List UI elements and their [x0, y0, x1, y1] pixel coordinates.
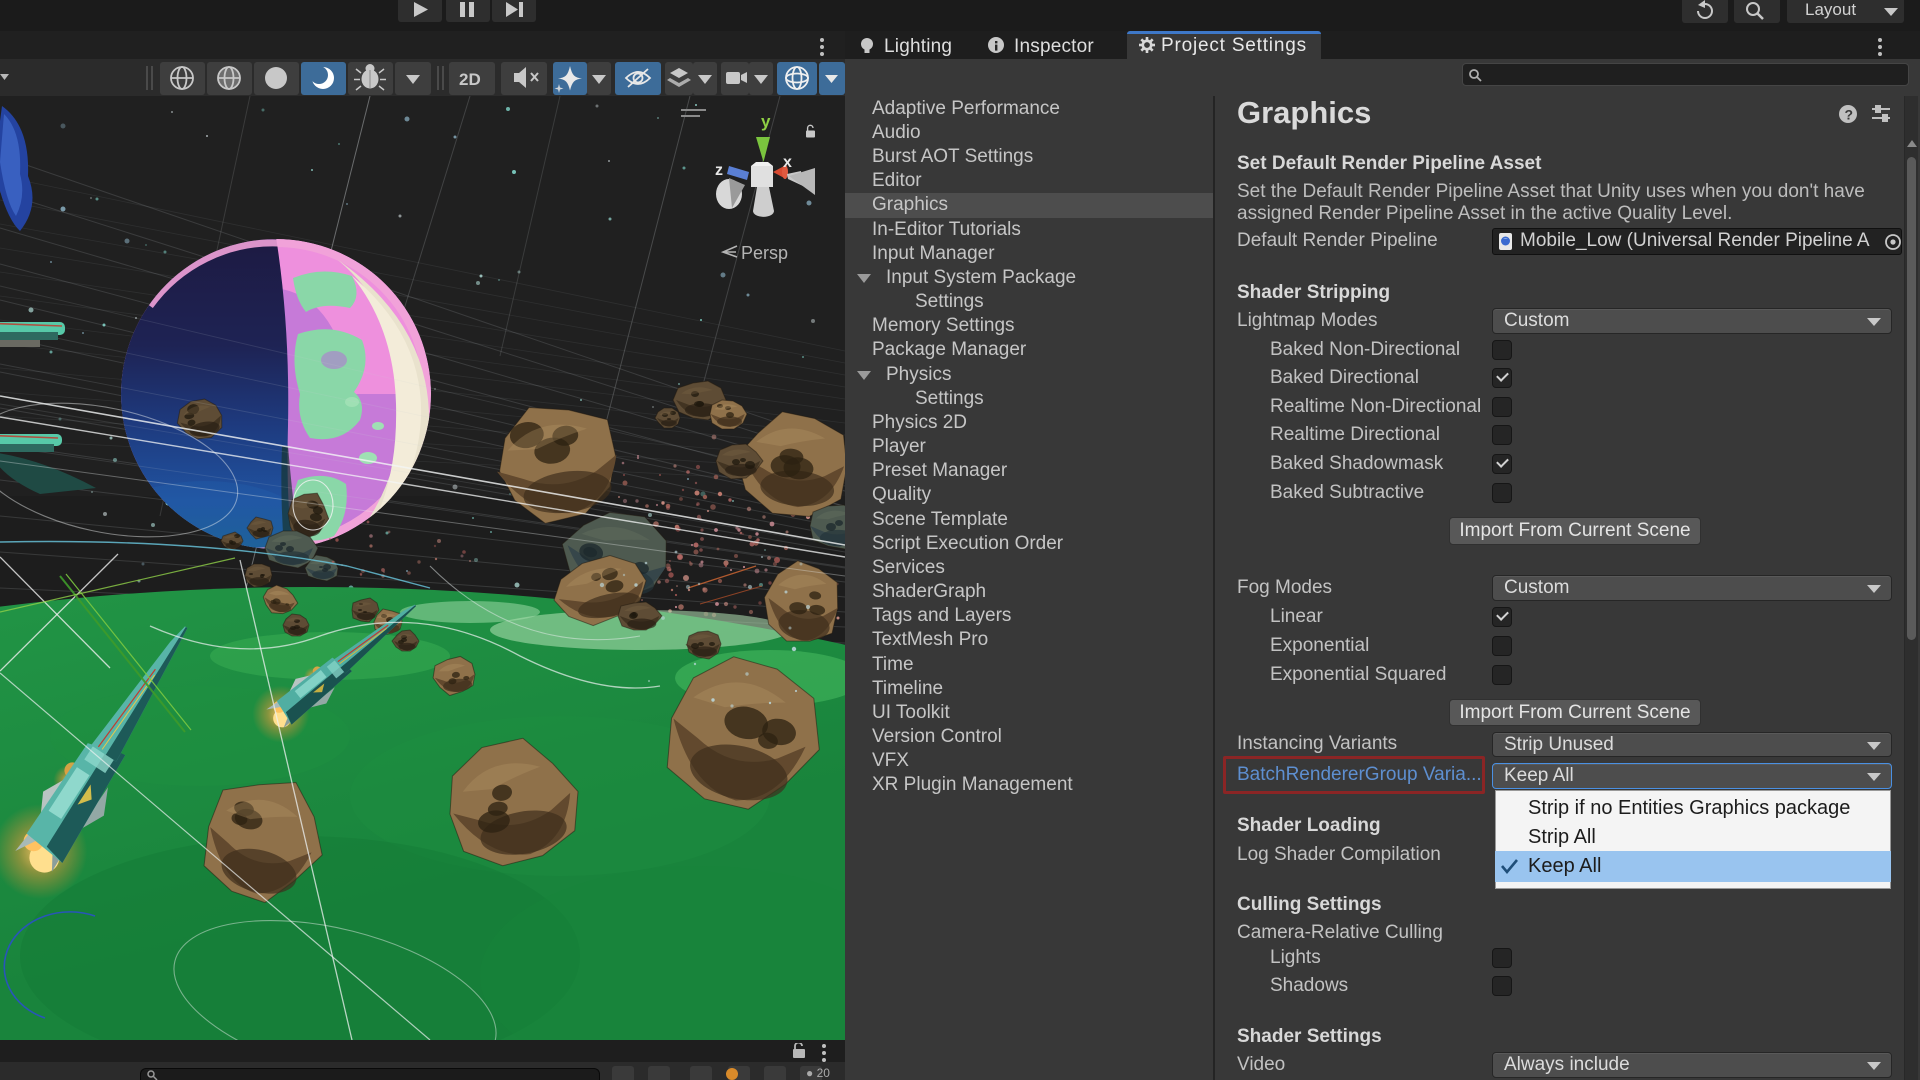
svg-text:y: y — [761, 112, 771, 131]
svg-text:x: x — [783, 154, 792, 171]
svg-text:2D: 2D — [459, 70, 481, 89]
svg-text:z: z — [715, 162, 723, 179]
svg-text:Persp: Persp — [741, 243, 788, 263]
svg-text:?: ? — [1845, 107, 1854, 123]
